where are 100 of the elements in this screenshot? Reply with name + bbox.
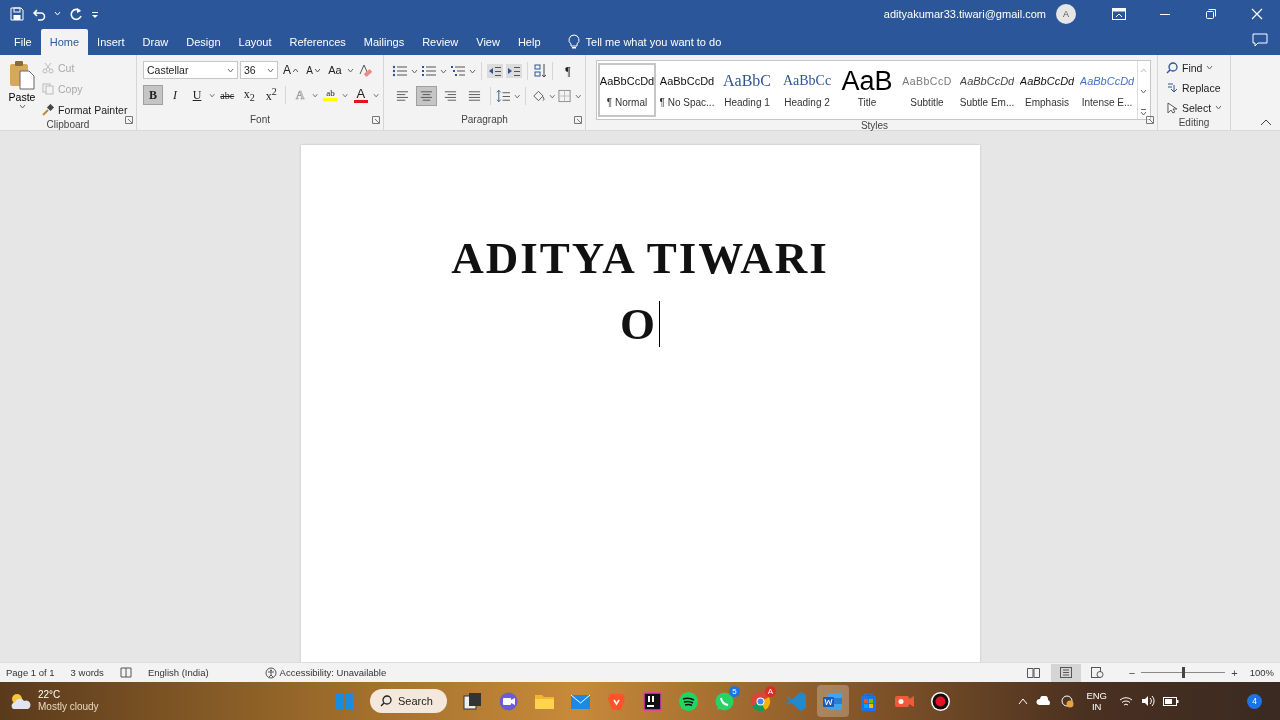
menu-tab[interactable]: Insert — [88, 29, 134, 55]
caret-icon — [411, 68, 418, 74]
taskbar-app[interactable]: 5 — [708, 685, 741, 717]
weather-condition[interactable]: Mostly cloudy — [38, 701, 99, 713]
font-size-field[interactable]: 36 — [240, 61, 278, 79]
menu-tab[interactable]: Review — [413, 29, 468, 55]
word-count[interactable]: 3 words — [70, 667, 104, 678]
style-option[interactable]: AaBbCcD Subtitle — [898, 63, 956, 117]
underline-button[interactable]: U — [187, 85, 207, 105]
zoom-in-button[interactable]: + — [1231, 666, 1238, 679]
menu-tab[interactable]: Mailings — [354, 29, 414, 55]
italic-button[interactable]: I — [165, 85, 185, 105]
notification-count[interactable]: 4 — [1247, 693, 1262, 709]
menu-tab[interactable]: Draw — [133, 29, 178, 55]
style-option[interactable]: AaBbCcDd Emphasis — [1018, 63, 1076, 117]
numbering-icon — [421, 64, 437, 78]
style-option[interactable]: AaB Title — [838, 63, 896, 117]
up-caret-icon — [293, 67, 298, 73]
collapse-ribbon-icon[interactable] — [1260, 118, 1272, 126]
style-option[interactable]: AaBbCcDd ¶ No Spac... — [658, 63, 716, 117]
clipboard-icon — [9, 60, 35, 90]
dialog-launcher-icon[interactable] — [372, 116, 380, 124]
show-formatting-button[interactable]: ¶ — [558, 61, 578, 81]
taskbar-app[interactable]: A — [744, 685, 777, 717]
ribbon-display-icon[interactable] — [1112, 7, 1126, 20]
increase-indent-icon[interactable] — [506, 64, 522, 78]
paint-bucket-icon[interactable] — [531, 89, 546, 103]
redo-icon[interactable] — [69, 6, 83, 21]
battery-icon[interactable] — [1163, 696, 1179, 706]
undo-icon[interactable] — [32, 6, 46, 21]
chevron-up-icon[interactable] — [1018, 697, 1029, 705]
clear-formatting-icon[interactable] — [356, 62, 372, 78]
print-layout-button[interactable] — [1050, 663, 1081, 682]
caret-icon — [347, 67, 354, 73]
style-option[interactable]: AaBbC Heading 1 — [718, 63, 776, 117]
bold-button[interactable]: B — [143, 85, 163, 105]
comments-icon[interactable] — [1252, 33, 1268, 47]
accessibility-icon — [264, 666, 277, 679]
align-button[interactable] — [415, 86, 437, 106]
save-icon[interactable] — [10, 6, 24, 21]
dialog-launcher-icon[interactable] — [574, 116, 582, 124]
tell-me-field[interactable]: Tell me what you want to do — [585, 36, 722, 48]
highlight-button[interactable]: ab — [320, 85, 341, 105]
style-option[interactable]: AaBbCcDd Subtle Em... — [958, 63, 1016, 117]
line-spacing-icon[interactable] — [495, 89, 511, 103]
paste-button[interactable]: Paste — [4, 58, 40, 119]
menu-tab[interactable]: Help — [508, 29, 550, 55]
code-editor-icon — [785, 689, 809, 713]
menu-tab[interactable]: View — [467, 29, 509, 55]
restore-icon[interactable] — [1205, 7, 1217, 20]
replace-button[interactable]: Replace — [1162, 78, 1226, 97]
borders-icon[interactable] — [558, 89, 572, 103]
menu-tab[interactable]: Design — [177, 29, 230, 55]
accessibility-status[interactable]: Accessibility: Unavailable — [279, 667, 387, 678]
font-color-button[interactable]: A — [350, 85, 371, 105]
font-name-field[interactable]: Castellar — [143, 61, 238, 79]
language[interactable]: English (India) — [147, 667, 209, 678]
sort-icon[interactable] — [533, 63, 547, 79]
caret-icon — [440, 68, 447, 74]
decrease-indent-icon[interactable] — [487, 64, 503, 78]
search-field[interactable]: Search — [370, 689, 447, 713]
sync-icon[interactable] — [1060, 694, 1075, 708]
temperature[interactable]: 22°C — [38, 689, 99, 701]
avatar[interactable]: A — [1056, 3, 1076, 24]
zoom-slider-thumb[interactable] — [1182, 667, 1186, 678]
scissors-icon — [42, 61, 54, 74]
caret-icon — [574, 93, 582, 99]
style-option[interactable]: AaBbCcDd Intense E... — [1078, 63, 1136, 117]
wifi-icon[interactable] — [1119, 695, 1133, 707]
close-icon[interactable] — [1251, 7, 1263, 20]
zoom-out-button[interactable]: − — [1128, 666, 1136, 679]
dialog-launcher-icon[interactable] — [1146, 116, 1154, 124]
page-count[interactable]: Page 1 of 1 — [6, 667, 55, 678]
dialog-launcher-icon[interactable] — [125, 116, 133, 124]
record-icon — [929, 689, 953, 713]
search-icon — [380, 695, 392, 707]
menu-tab[interactable]: Home — [40, 29, 89, 55]
document-text: ADITYA TIWARI — [451, 232, 829, 285]
zoom-level[interactable]: 100% — [1249, 667, 1274, 678]
menu-tab[interactable]: References — [280, 29, 355, 55]
find-button[interactable]: Find — [1162, 58, 1226, 77]
language-indicator[interactable]: ENG IN — [1082, 690, 1111, 712]
notification-badge: A — [764, 686, 776, 697]
proofing-icon[interactable] — [119, 667, 132, 678]
pointer-icon — [1166, 101, 1178, 114]
multilevel-list-icon[interactable] — [450, 64, 466, 78]
format-painter-button[interactable]: Format Painter — [40, 100, 130, 119]
strikethrough-button[interactable]: abc — [217, 85, 238, 105]
style-option[interactable]: AaBbCc Heading 2 — [778, 63, 836, 117]
select-button[interactable]: Select — [1162, 98, 1226, 117]
superscript-button[interactable]: x$^{2}$ — [261, 85, 282, 105]
speaker-icon[interactable] — [1141, 695, 1155, 707]
style-option[interactable]: AaBbCcDd ¶ Normal — [598, 63, 656, 117]
menu-tab[interactable]: Layout — [229, 29, 281, 55]
grow-font-button[interactable]: A — [280, 60, 301, 80]
menu-tab[interactable]: File — [5, 29, 41, 55]
subscript-button[interactable]: x$_{2}$ — [239, 85, 260, 105]
shrink-font-button[interactable]: A — [303, 60, 323, 80]
cloud-icon[interactable] — [1036, 696, 1053, 706]
change-case-button[interactable]: Aa — [325, 60, 345, 80]
